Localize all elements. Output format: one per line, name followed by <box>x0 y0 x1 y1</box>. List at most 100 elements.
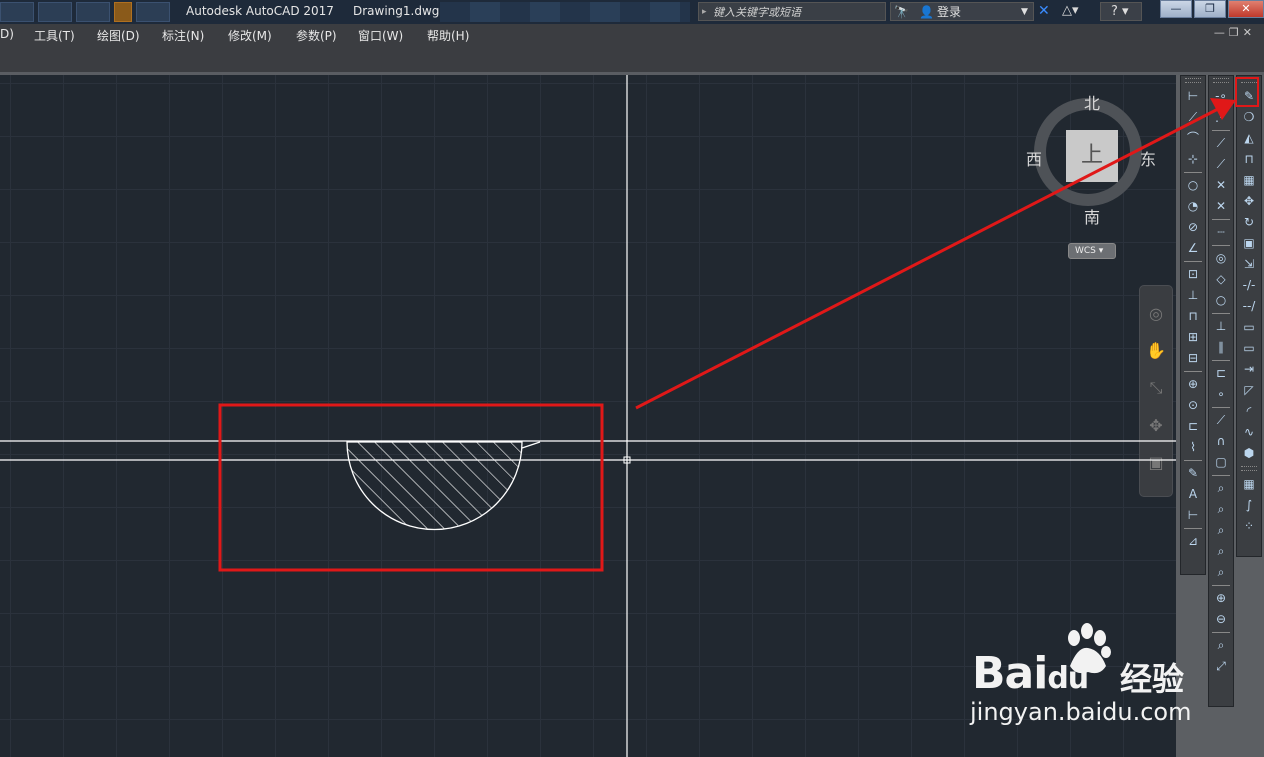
restore-icon[interactable]: ❐ <box>1194 0 1226 18</box>
zoom-in-icon[interactable]: ⊕ <box>1212 589 1230 608</box>
snap-perpendicular-icon[interactable]: ⊥ <box>1212 317 1230 336</box>
taskbar-tab[interactable] <box>76 2 110 22</box>
close-icon[interactable]: ✕ <box>1228 0 1264 18</box>
snap-endpoint-icon[interactable]: ⟋ <box>1212 134 1230 153</box>
jogged-linear-icon[interactable]: ⌇ <box>1184 438 1202 457</box>
edit-spline-icon[interactable]: ∫ <box>1240 496 1258 515</box>
quick-dimension-icon[interactable]: ⊡ <box>1184 265 1202 284</box>
chevron-down-icon[interactable]: ▼ <box>1021 3 1028 21</box>
linear-dimension-icon[interactable]: ⊢ <box>1184 87 1202 106</box>
menu-item-view[interactable]: D) <box>0 27 14 41</box>
snap-midpoint-icon[interactable]: ⟋ <box>1212 155 1230 174</box>
wcs-menu-button[interactable]: WCS ▾ <box>1068 243 1116 259</box>
dimension-update-icon[interactable]: ⊢ <box>1184 506 1202 525</box>
minimize-icon[interactable]: — <box>1160 0 1192 18</box>
zoom-window-icon[interactable]: ⌕ <box>1212 479 1230 498</box>
zoom-out-icon[interactable]: ⊖ <box>1212 610 1230 629</box>
pan-hand-icon[interactable]: ✋ <box>1146 341 1166 360</box>
offset-icon[interactable]: ⊓ <box>1240 150 1258 169</box>
zoom-dynamic-icon[interactable]: ⌕ <box>1212 500 1230 519</box>
compass-west[interactable]: 西 <box>1026 146 1042 170</box>
tolerance-icon[interactable]: ⊕ <box>1184 375 1202 394</box>
zoom-object-icon[interactable]: ⌕ <box>1212 563 1230 582</box>
scale-icon[interactable]: ▣ <box>1240 234 1258 253</box>
menu-item-help[interactable]: 帮助(H) <box>427 27 469 44</box>
rotate-icon[interactable]: ↻ <box>1240 213 1258 232</box>
temporary-track-icon[interactable]: -∘ <box>1212 87 1230 106</box>
menu-item-draw[interactable]: 绘图(D) <box>97 27 140 44</box>
trim-icon[interactable]: -/- <box>1240 276 1258 295</box>
break-at-point-icon[interactable]: ▭ <box>1240 318 1258 337</box>
viewcube[interactable]: 上 北 南 东 西 <box>1024 88 1164 258</box>
arc-length-icon[interactable]: ⌒ <box>1184 129 1202 148</box>
menu-item-parametric[interactable]: 参数(P) <box>296 27 337 44</box>
radius-icon[interactable]: ○ <box>1184 176 1202 195</box>
toolbar-grip[interactable] <box>1185 78 1201 83</box>
break-icon[interactable]: ▭ <box>1240 339 1258 358</box>
diameter-icon[interactable]: ⊘ <box>1184 218 1202 237</box>
osnap-settings-icon[interactable]: ▢ <box>1212 453 1230 472</box>
menu-item-modify[interactable]: 修改(M) <box>228 27 272 44</box>
snap-parallel-icon[interactable]: ∥ <box>1212 338 1230 357</box>
zoom-scale-icon[interactable]: ⌕ <box>1212 521 1230 540</box>
join-icon[interactable]: ⇥ <box>1240 360 1258 379</box>
binoculars-icon[interactable]: 🔭 <box>894 3 909 21</box>
expand-icon[interactable]: ▸ <box>702 3 707 22</box>
zoom-extents-nav-icon[interactable]: ⤡ <box>1150 378 1163 398</box>
a360-icon[interactable]: △▾ <box>1062 3 1079 18</box>
center-mark-icon[interactable]: ⊙ <box>1184 396 1202 415</box>
blend-curves-icon[interactable]: ∿ <box>1240 423 1258 442</box>
taskbar-tab[interactable] <box>0 2 34 22</box>
menu-item-window[interactable]: 窗口(W) <box>358 27 403 44</box>
copy-icon[interactable]: ❍ <box>1240 108 1258 127</box>
fillet-icon[interactable]: ◜ <box>1240 402 1258 421</box>
compass-north[interactable]: 北 <box>1084 90 1100 114</box>
move-icon[interactable]: ✥ <box>1240 192 1258 211</box>
steering-wheel-icon[interactable]: ◎ <box>1149 304 1163 323</box>
chamfer-icon[interactable]: ◸ <box>1240 381 1258 400</box>
search-input[interactable]: ▸ 键入关键字或短语 <box>698 2 886 21</box>
menu-item-tools[interactable]: 工具(T) <box>34 27 75 44</box>
snap-insert-icon[interactable]: ⊏ <box>1212 364 1230 383</box>
showmotion-icon[interactable]: ▣ <box>1148 453 1163 472</box>
angular-icon[interactable]: ∠ <box>1184 239 1202 258</box>
dimension-style-icon[interactable]: ⊿ <box>1184 532 1202 551</box>
dimension-break-icon[interactable]: ⊟ <box>1184 349 1202 368</box>
jogged-icon[interactable]: ◔ <box>1184 197 1202 216</box>
snap-intersection-icon[interactable]: ✕ <box>1212 176 1230 195</box>
stretch-icon[interactable]: ⇲ <box>1240 255 1258 274</box>
dimension-edit-icon[interactable]: ✎ <box>1184 464 1202 483</box>
array-icon[interactable]: ▦ <box>1240 171 1258 190</box>
viewcube-top-face[interactable]: 上 <box>1066 130 1118 182</box>
exchange-icon[interactable]: ✕ <box>1038 3 1050 19</box>
snap-from-icon[interactable]: ⋰ <box>1212 108 1230 127</box>
menu-item-dimension[interactable]: 标注(N) <box>162 27 204 44</box>
extend-icon[interactable]: --/ <box>1240 297 1258 316</box>
login-panel[interactable]: 🔭 👤 登录 ▼ <box>890 2 1034 21</box>
snap-tangent-icon[interactable]: ○ <box>1212 291 1230 310</box>
explode-icon[interactable]: ⬢ <box>1240 444 1258 463</box>
help-button[interactable]: ? ▾ <box>1100 2 1142 21</box>
edit-array-icon[interactable]: ▦ <box>1240 475 1258 494</box>
continue-icon[interactable]: ⊓ <box>1184 307 1202 326</box>
snap-extension-icon[interactable]: ┈ <box>1212 223 1230 242</box>
taskbar-tab[interactable] <box>136 2 170 22</box>
compass-south[interactable]: 南 <box>1084 204 1100 228</box>
toolbar-grip[interactable] <box>1213 78 1229 83</box>
document-window-controls[interactable]: —❐✕ <box>1214 26 1256 39</box>
snap-quadrant-icon[interactable]: ◇ <box>1212 270 1230 289</box>
taskbar-tab[interactable] <box>38 2 72 22</box>
baseline-icon[interactable]: ⊥ <box>1184 286 1202 305</box>
taskbar-tab[interactable] <box>114 2 132 22</box>
zoom-center-icon[interactable]: ⌕ <box>1212 542 1230 561</box>
snap-node-icon[interactable]: ∘ <box>1212 385 1230 404</box>
toolbar-grip[interactable] <box>1241 466 1257 471</box>
compass-east[interactable]: 东 <box>1140 146 1156 170</box>
inspection-icon[interactable]: ⊏ <box>1184 417 1202 436</box>
dimension-space-icon[interactable]: ⊞ <box>1184 328 1202 347</box>
snap-none-icon[interactable]: ∩ <box>1212 432 1230 451</box>
dimension-text-edit-icon[interactable]: A <box>1184 485 1202 504</box>
taskbar-tabs[interactable] <box>0 2 180 22</box>
edit-polyline-icon[interactable]: ⁘ <box>1240 517 1258 536</box>
snap-apparent-intersection-icon[interactable]: ✕ <box>1212 197 1230 216</box>
